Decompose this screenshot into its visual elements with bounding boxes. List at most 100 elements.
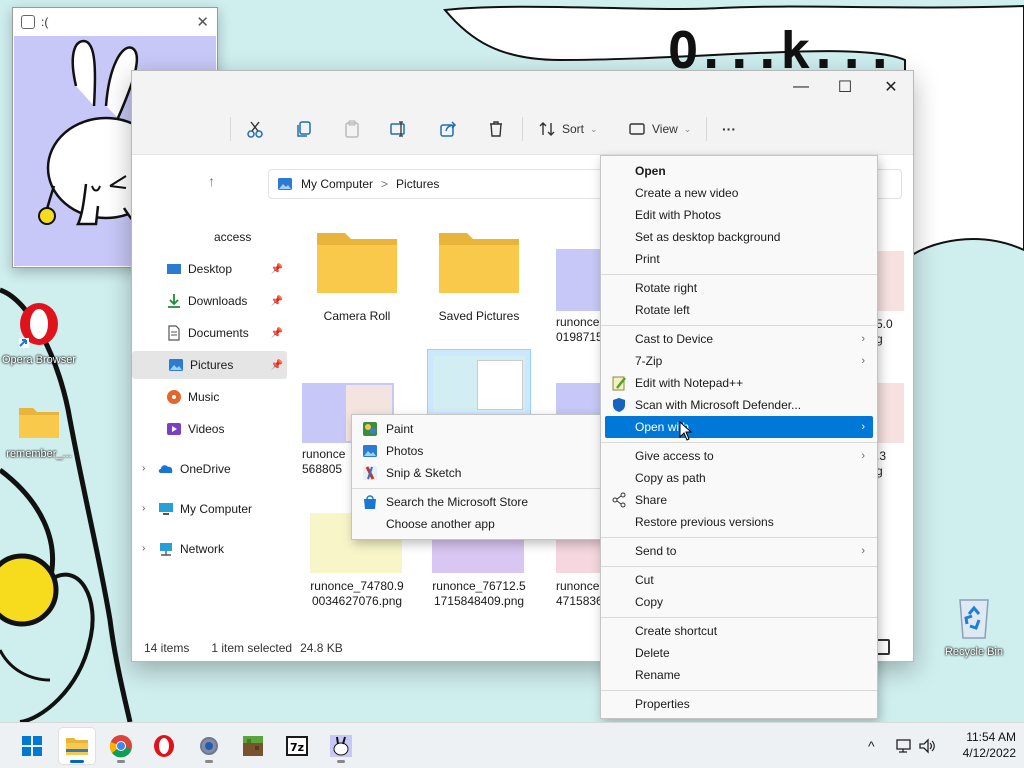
- sidebar-item-desktop[interactable]: Desktop 📌: [166, 255, 287, 283]
- menu-item-set-background[interactable]: Set as desktop background: [605, 226, 873, 248]
- taskbar-minecraft[interactable]: [235, 728, 271, 764]
- delete-button[interactable]: [487, 115, 505, 143]
- view-button[interactable]: View ⌄: [628, 115, 691, 143]
- menu-item-defender-scan[interactable]: Scan with Microsoft Defender...: [605, 394, 873, 416]
- sidebar-item-videos[interactable]: Videos: [166, 415, 287, 443]
- menu-item-choose-another-app[interactable]: Choose another app: [356, 513, 601, 535]
- volume-status[interactable]: [918, 723, 936, 768]
- open-with-submenu: Paint Photos Snip & Sketch Search the Mi…: [351, 414, 606, 540]
- taskbar: 7z ^ 11:54 AM 4/12/2022: [0, 722, 1024, 768]
- menu-item-give-access[interactable]: Give access to ›: [605, 445, 873, 467]
- menu-item-label: 7-Zip: [635, 354, 663, 368]
- network-status[interactable]: [894, 723, 912, 768]
- menu-item-rotate-left[interactable]: Rotate left: [605, 299, 873, 321]
- menu-item-copy-as-path[interactable]: Copy as path: [605, 467, 873, 489]
- menu-item-print[interactable]: Print: [605, 248, 873, 270]
- desktop-icon-recycle-bin[interactable]: Recycle Bin: [936, 594, 1012, 659]
- sidebar-item-onedrive[interactable]: OneDrive: [158, 455, 287, 483]
- image-thumbnail[interactable]: [876, 251, 904, 311]
- taskbar-bunny-app[interactable]: [323, 728, 359, 764]
- tray-overflow-button[interactable]: ^: [868, 723, 875, 768]
- menu-item-photos[interactable]: Photos: [356, 440, 601, 462]
- menu-item-edit-photos[interactable]: Edit with Photos: [605, 204, 873, 226]
- breadcrumb-current[interactable]: Pictures: [396, 177, 439, 191]
- menu-item-open[interactable]: Open: [605, 160, 873, 182]
- taskbar-opera[interactable]: [146, 728, 182, 764]
- desktop-icon-opera[interactable]: Opera Browser: [1, 300, 77, 367]
- expand-chevron-icon[interactable]: ›: [142, 543, 145, 554]
- bunny-app-icon: [330, 735, 352, 757]
- minimize-button[interactable]: —: [778, 71, 824, 103]
- desktop-icon-remember-folder[interactable]: remember_...: [1, 402, 77, 461]
- sidebar-item-documents[interactable]: Documents 📌: [166, 319, 287, 347]
- menu-item-create-shortcut[interactable]: Create shortcut: [605, 620, 873, 642]
- chevron-right-icon: ›: [861, 545, 865, 557]
- menu-item-snip-sketch[interactable]: Snip & Sketch: [356, 462, 601, 484]
- up-arrow-icon[interactable]: ↑: [208, 173, 215, 189]
- paste-button[interactable]: [343, 115, 361, 143]
- file-tile-image[interactable]: runonce 019871507: [546, 249, 616, 345]
- menu-item-properties[interactable]: Properties: [605, 693, 873, 715]
- copy-button[interactable]: [295, 115, 313, 143]
- sidebar-item-my-computer[interactable]: My Computer: [158, 495, 287, 523]
- file-name: Camera Roll: [323, 309, 391, 323]
- sort-button[interactable]: Sort ⌄: [538, 115, 598, 143]
- maximize-button[interactable]: ☐: [822, 71, 868, 103]
- menu-item-cast-to-device[interactable]: Cast to Device ›: [605, 328, 873, 350]
- taskbar-7zip[interactable]: 7z: [279, 728, 315, 764]
- desktop-icon-label: Recycle Bin: [944, 646, 1004, 658]
- menu-item-notepad-plus-plus[interactable]: Edit with Notepad++: [605, 372, 873, 394]
- sidebar-item-label: Documents: [188, 326, 249, 340]
- menu-item-paint[interactable]: Paint: [356, 418, 601, 440]
- close-button[interactable]: ✕: [868, 71, 913, 103]
- breadcrumb-root[interactable]: My Computer: [301, 177, 373, 191]
- item-count: 14 items: [144, 641, 190, 655]
- expand-chevron-icon[interactable]: ›: [142, 503, 145, 514]
- menu-item-7zip[interactable]: 7-Zip ›: [605, 350, 873, 372]
- taskbar-settings[interactable]: [191, 728, 227, 764]
- menu-item-send-to[interactable]: Send to ›: [605, 540, 873, 562]
- file-tile-image-selected[interactable]: [427, 349, 531, 417]
- menu-item-create-video[interactable]: Create a new video: [605, 182, 873, 204]
- menu-item-cut[interactable]: Cut: [605, 569, 873, 591]
- selection-size: 24.8 KB: [300, 641, 343, 655]
- menu-item-rotate-right[interactable]: Rotate right: [605, 277, 873, 299]
- selection-count: 1 item selected: [211, 641, 293, 655]
- sidebar-item-pictures[interactable]: Pictures 📌: [132, 351, 287, 379]
- image-thumbnail[interactable]: [876, 383, 904, 443]
- cut-button[interactable]: [246, 115, 264, 143]
- clock[interactable]: 11:54 AM 4/12/2022: [963, 729, 1016, 761]
- menu-item-search-store[interactable]: Search the Microsoft Store: [356, 491, 601, 513]
- more-options-button[interactable]: ···: [722, 115, 736, 143]
- menu-item-label: Edit with Notepad++: [635, 376, 744, 390]
- taskbar-file-explorer[interactable]: [59, 728, 95, 764]
- network-icon: [160, 543, 172, 556]
- explorer-titlebar[interactable]: — ☐ ✕: [132, 71, 913, 103]
- menu-separator: [601, 325, 877, 326]
- rename-button[interactable]: [390, 115, 408, 143]
- bunny-popup-titlebar[interactable]: :( ✕: [13, 8, 217, 36]
- menu-separator: [601, 617, 877, 618]
- close-icon[interactable]: ✕: [196, 13, 209, 31]
- file-tile-folder[interactable]: Saved Pictures: [424, 227, 534, 324]
- sidebar-item-music[interactable]: Music: [166, 383, 287, 411]
- menu-item-delete[interactable]: Delete: [605, 642, 873, 664]
- menu-item-restore-versions[interactable]: Restore previous versions: [605, 511, 873, 533]
- menu-item-open-with[interactable]: Open with ›: [605, 416, 873, 438]
- file-tile-folder[interactable]: Camera Roll: [302, 227, 412, 324]
- expand-chevron-icon[interactable]: ›: [142, 463, 145, 474]
- menu-item-copy[interactable]: Copy: [605, 591, 873, 613]
- sidebar-item-label: access: [214, 230, 252, 244]
- menu-item-share[interactable]: Share: [605, 489, 873, 511]
- file-name-partial[interactable]: 5.0 g: [876, 317, 893, 347]
- menu-separator: [601, 690, 877, 691]
- taskbar-chrome[interactable]: [103, 728, 139, 764]
- start-button[interactable]: [14, 728, 50, 764]
- menu-item-label: Copy: [635, 595, 664, 609]
- toolbar-divider: [522, 117, 523, 141]
- clock-date: 4/12/2022: [962, 746, 1016, 760]
- share-button[interactable]: [439, 115, 457, 143]
- sidebar-item-network[interactable]: Network: [158, 535, 287, 563]
- sidebar-item-downloads[interactable]: Downloads 📌: [166, 287, 287, 315]
- menu-item-rename[interactable]: Rename: [605, 664, 873, 686]
